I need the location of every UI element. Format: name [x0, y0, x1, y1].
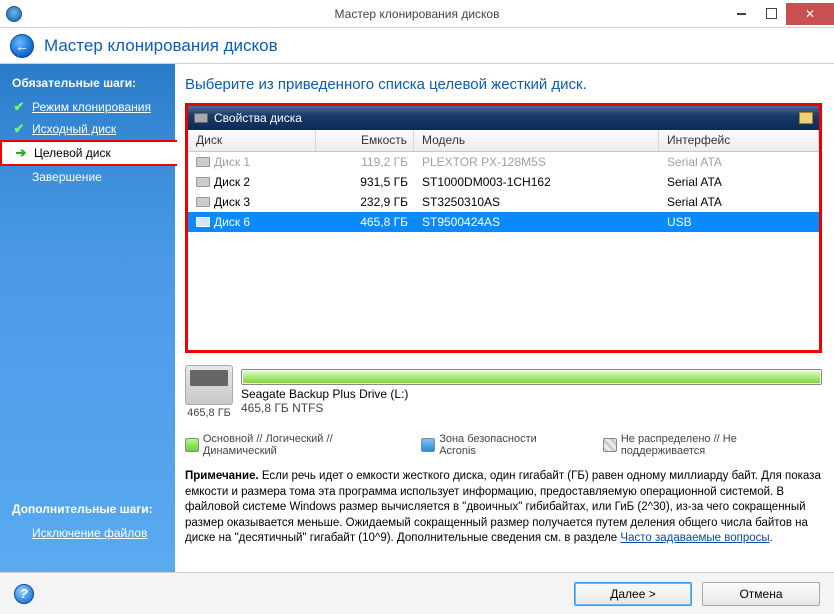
- sidebar-step-target-disk[interactable]: ➔ Целевой диск: [0, 140, 177, 166]
- panel-titlebar: Свойства диска: [188, 106, 819, 130]
- next-button[interactable]: Далее >: [574, 582, 692, 606]
- legend-unallocated: Не распределено // Не поддерживается: [603, 433, 822, 457]
- disk-interface: Serial ATA: [659, 175, 819, 189]
- partition-bar[interactable]: [241, 369, 822, 385]
- window-close-button[interactable]: [786, 3, 834, 25]
- disk-row[interactable]: Диск 2 931,5 ГБ ST1000DM003-1CH162 Seria…: [188, 172, 819, 192]
- partition-legend: Основной // Логический // Динамический З…: [185, 433, 822, 457]
- disk-row[interactable]: Диск 3 232,9 ГБ ST3250310AS Serial ATA: [188, 192, 819, 212]
- blank-icon: [12, 526, 26, 540]
- legend-zone: Зона безопасности Acronis: [421, 433, 575, 457]
- disk-icon: [196, 197, 210, 207]
- disk-capacity: 232,9 ГБ: [316, 195, 414, 209]
- window-title: Мастер клонирования дисков: [335, 7, 500, 21]
- partition-sub: 465,8 ГБ NTFS: [241, 401, 822, 415]
- col-capacity[interactable]: Емкость: [316, 130, 414, 151]
- sidebar-required-label: Обязательные шаги:: [0, 74, 175, 96]
- disk-model: PLEXTOR PX-128M5S: [414, 155, 659, 169]
- col-model[interactable]: Модель: [414, 130, 659, 151]
- check-icon: ✔: [12, 100, 26, 114]
- sidebar-step-finish[interactable]: Завершение: [0, 166, 175, 188]
- help-button[interactable]: ?: [14, 584, 34, 604]
- disk-capacity: 931,5 ГБ: [316, 175, 414, 189]
- disk-name: Диск 6: [214, 215, 250, 229]
- sidebar-step-exclude-files[interactable]: Исключение файлов: [0, 522, 175, 544]
- disk-icon: [194, 113, 208, 123]
- page-heading: Выберите из приведенного списка целевой …: [185, 76, 822, 93]
- disk-interface: USB: [659, 215, 819, 229]
- partition-summary: 465,8 ГБ Seagate Backup Plus Drive (L:) …: [185, 365, 822, 419]
- window-titlebar: Мастер клонирования дисков: [0, 0, 834, 28]
- window-maximize-button[interactable]: [756, 3, 786, 25]
- disk-icon: [196, 217, 210, 227]
- arrow-right-icon: ➔: [14, 146, 28, 160]
- wizard-footer: ? Далее > Отмена: [0, 572, 834, 614]
- legend-primary: Основной // Логический // Динамический: [185, 433, 407, 457]
- disk-row[interactable]: Диск 6 465,8 ГБ ST9500424AS USB: [188, 212, 819, 232]
- sidebar-item-label: Исходный диск: [32, 122, 116, 136]
- cancel-button[interactable]: Отмена: [702, 582, 820, 606]
- drive-icon: [185, 365, 233, 405]
- col-interface[interactable]: Интерфейс: [659, 130, 819, 151]
- wizard-sidebar: Обязательные шаги: ✔ Режим клонирования …: [0, 64, 175, 572]
- wizard-header: ← Мастер клонирования дисков: [0, 28, 834, 64]
- note-bold: Примечание.: [185, 470, 259, 482]
- partition-label: Seagate Backup Plus Drive (L:): [241, 387, 822, 401]
- disk-properties-panel: Свойства диска Диск Емкость Модель Интер…: [185, 103, 822, 353]
- sidebar-item-label: Режим клонирования: [32, 100, 151, 114]
- capacity-note: Примечание. Если речь идет о емкости жес…: [185, 469, 822, 547]
- window-minimize-button[interactable]: [726, 3, 756, 25]
- wizard-main: Выберите из приведенного списка целевой …: [175, 64, 834, 572]
- disk-table-header: Диск Емкость Модель Интерфейс: [188, 130, 819, 152]
- sidebar-step-source-disk[interactable]: ✔ Исходный диск: [0, 118, 175, 140]
- sidebar-step-clone-mode[interactable]: ✔ Режим клонирования: [0, 96, 175, 118]
- disk-table-body: Диск 1 119,2 ГБ PLEXTOR PX-128M5S Serial…: [188, 152, 819, 350]
- back-button[interactable]: ←: [10, 34, 34, 58]
- sidebar-item-label: Целевой диск: [34, 146, 111, 160]
- disk-icon: [196, 177, 210, 187]
- disk-name: Диск 1: [214, 155, 250, 169]
- disk-model: ST1000DM003-1CH162: [414, 175, 659, 189]
- disk-name: Диск 3: [214, 195, 250, 209]
- disk-capacity: 465,8 ГБ: [316, 215, 414, 229]
- disk-icon: [196, 157, 210, 167]
- col-disk[interactable]: Диск: [188, 130, 316, 151]
- note-tail: .: [770, 532, 773, 544]
- disk-capacity: 119,2 ГБ: [316, 155, 414, 169]
- disk-model: ST3250310AS: [414, 195, 659, 209]
- app-icon: [6, 6, 22, 22]
- check-icon: ✔: [12, 122, 26, 136]
- sidebar-additional-label: Дополнительные шаги:: [0, 500, 175, 522]
- disk-name: Диск 2: [214, 175, 250, 189]
- swatch-icon: [185, 438, 199, 452]
- wizard-title: Мастер клонирования дисков: [44, 36, 278, 56]
- disk-interface: Serial ATA: [659, 195, 819, 209]
- disk-interface: Serial ATA: [659, 155, 819, 169]
- disk-row[interactable]: Диск 1 119,2 ГБ PLEXTOR PX-128M5S Serial…: [188, 152, 819, 172]
- swatch-icon: [421, 438, 435, 452]
- disk-model: ST9500424AS: [414, 215, 659, 229]
- options-icon[interactable]: [799, 112, 813, 124]
- drive-capacity: 465,8 ГБ: [185, 407, 233, 419]
- panel-title: Свойства диска: [214, 111, 302, 125]
- swatch-icon: [603, 438, 617, 452]
- sidebar-item-label: Исключение файлов: [32, 526, 147, 540]
- blank-icon: [12, 170, 26, 184]
- faq-link[interactable]: Часто задаваемые вопросы: [620, 532, 769, 544]
- sidebar-item-label: Завершение: [32, 170, 102, 184]
